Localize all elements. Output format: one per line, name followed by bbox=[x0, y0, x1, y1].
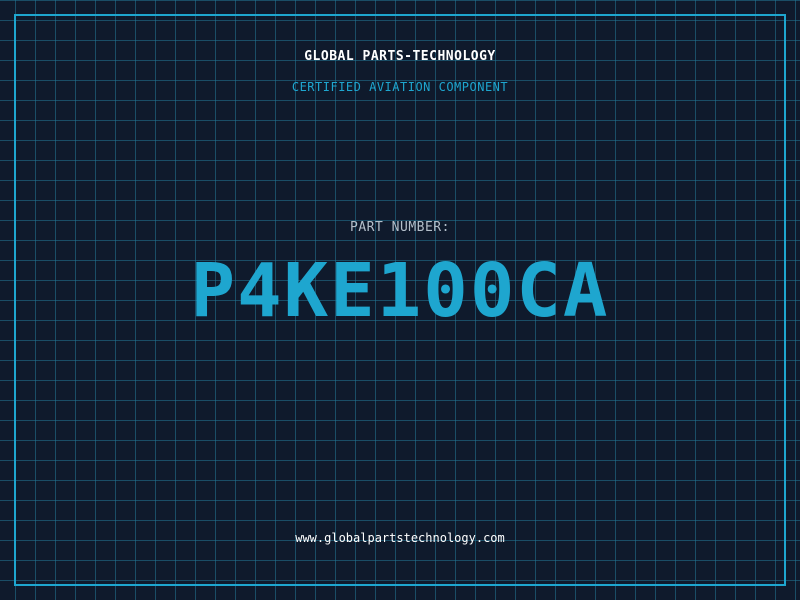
part-number-label: PART NUMBER: bbox=[350, 220, 450, 235]
website-url: www.globalpartstechnology.com bbox=[295, 531, 505, 545]
company-name: GLOBAL PARTS-TECHNOLOGY bbox=[304, 49, 496, 64]
part-number-value: P4KE100CA bbox=[190, 248, 610, 334]
certification-subtitle: CERTIFIED AVIATION COMPONENT bbox=[291, 80, 509, 94]
